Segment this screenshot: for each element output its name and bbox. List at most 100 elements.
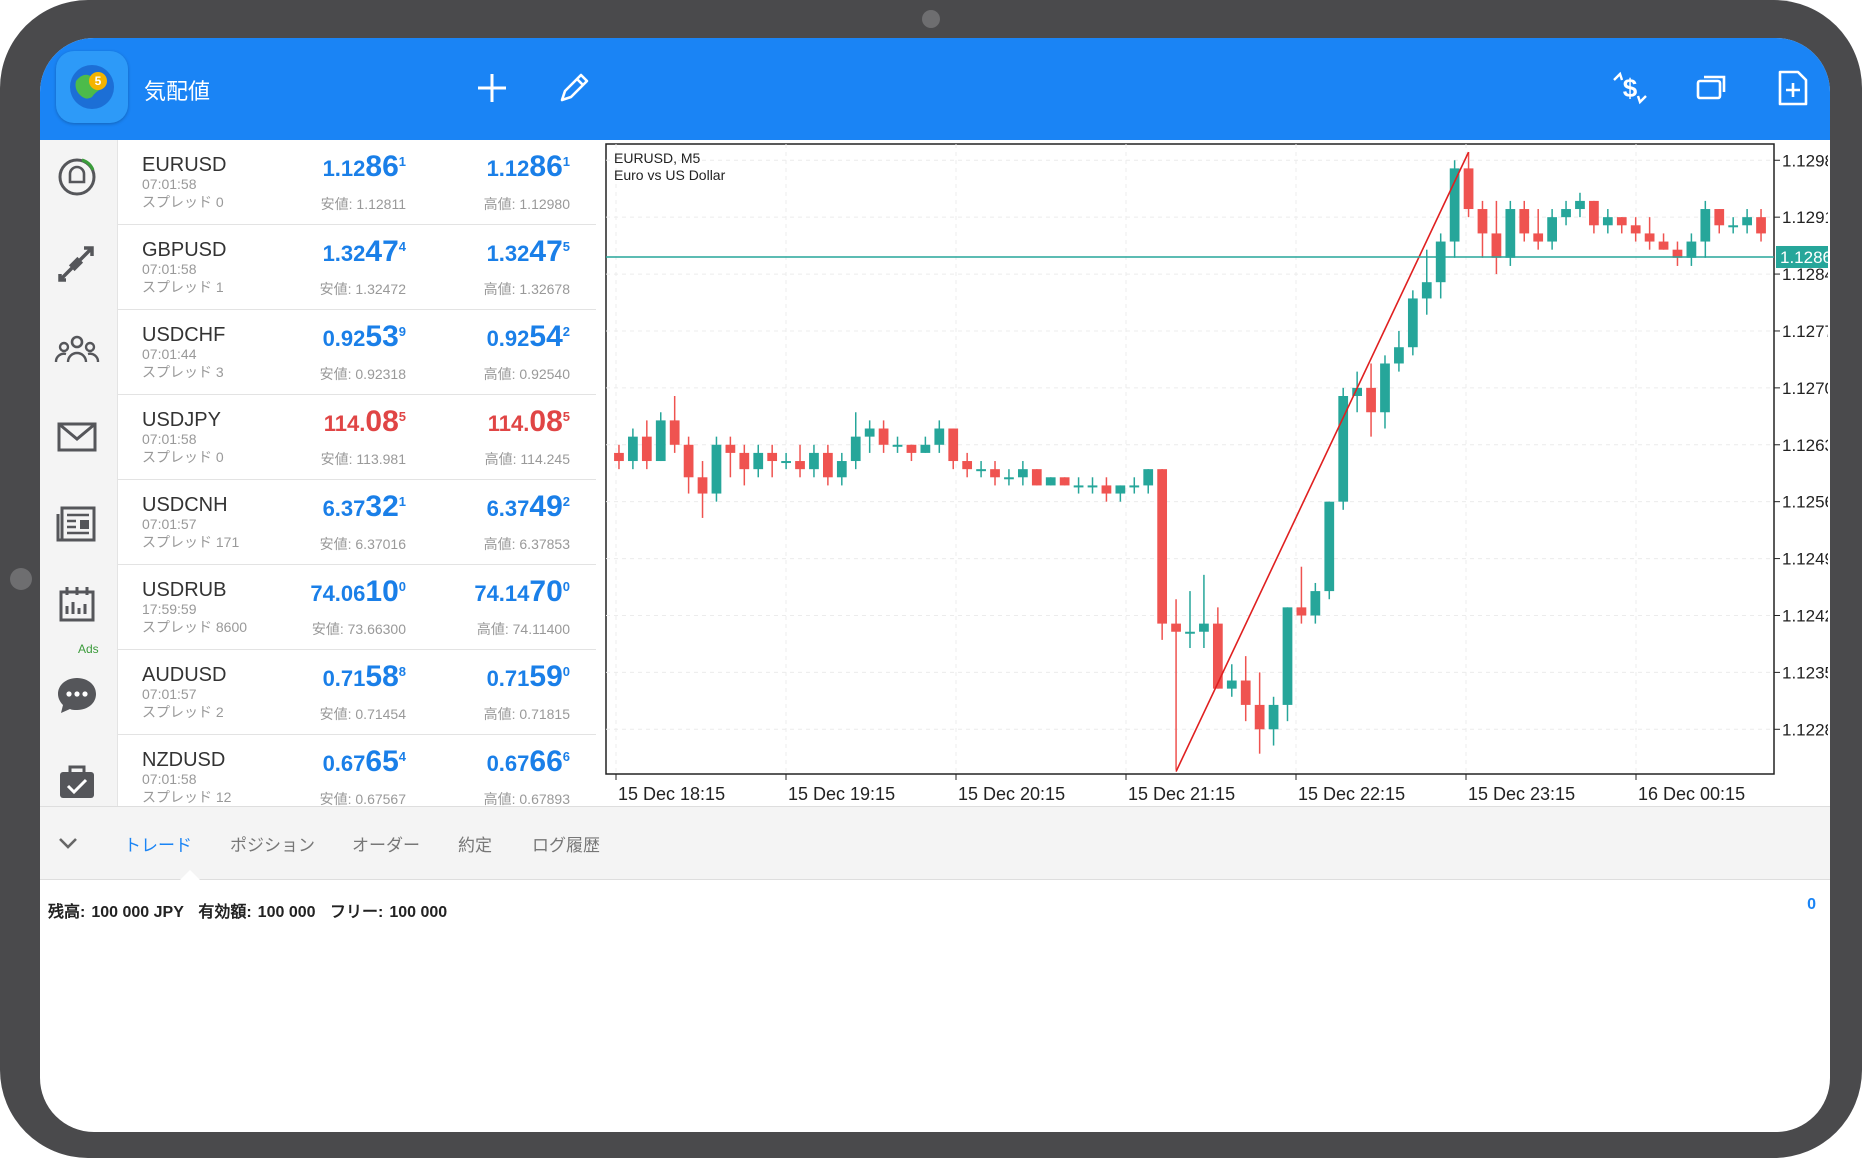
quote-spread: スプレッド 8600 xyxy=(142,619,248,635)
bull-candle xyxy=(1435,241,1446,283)
ask-price[interactable]: 1.32475 xyxy=(487,235,570,269)
x-tick-label: 15 Dec 21:15 xyxy=(1128,784,1235,804)
bid-price-pips: 86 xyxy=(365,150,399,183)
quote-symbol: USDJPY xyxy=(142,409,221,431)
bid-price[interactable]: 1.32474 xyxy=(323,235,406,269)
chat-icon[interactable] xyxy=(52,670,102,720)
bull-candle xyxy=(1407,298,1418,348)
free-margin-label: フリー: xyxy=(329,904,384,921)
ask-price[interactable]: 0.67666 xyxy=(487,745,570,779)
community-icon[interactable] xyxy=(52,324,102,374)
quote-low: 安値: 0.71454 xyxy=(319,706,406,722)
ask-price[interactable]: 114.085 xyxy=(488,405,570,439)
bid-price[interactable]: 114.085 xyxy=(324,405,406,439)
bid-price-fraction: 4 xyxy=(398,238,406,254)
quote-low: 安値: 113.981 xyxy=(320,451,406,467)
trade-dollar-icon[interactable]: $ xyxy=(1608,66,1652,110)
quote-low: 安値: 1.32472 xyxy=(319,281,406,297)
quote-symbol: AUDUSD xyxy=(142,664,227,686)
bull-candle xyxy=(850,436,861,462)
chevron-down-icon[interactable] xyxy=(54,829,82,857)
quote-high: 高値: 114.245 xyxy=(484,451,570,467)
bid-price-pips: 47 xyxy=(365,235,399,268)
quote-high: 高値: 1.12980 xyxy=(483,196,570,212)
bear-candle xyxy=(669,420,680,445)
bid-price-fraction: 4 xyxy=(398,748,406,764)
quote-row-usdjpy[interactable]: USDJPY 07:01:58 スプレッド 0 114.085 114.085 安値: 1… xyxy=(118,395,596,480)
x-tick-label: 15 Dec 20:15 xyxy=(958,784,1065,804)
tab-orders[interactable]: オーダー xyxy=(352,831,420,856)
bear-candle xyxy=(1463,168,1474,210)
ask-price-pips: 47 xyxy=(529,235,563,268)
bid-price-fraction: 1 xyxy=(398,493,406,509)
quote-low: 安値: 73.66300 xyxy=(311,621,406,637)
quote-high: 高値: 0.71815 xyxy=(483,706,570,722)
y-tick-label: 1.12700 xyxy=(1782,379,1828,398)
chart-description: Euro vs US Dollar xyxy=(614,167,726,183)
tab-deals[interactable]: 約定 xyxy=(458,831,492,856)
ask-price-fraction: 1 xyxy=(562,153,570,169)
bull-candle xyxy=(781,461,791,464)
quote-high: 高値: 0.67893 xyxy=(483,791,570,806)
new-order-icon[interactable] xyxy=(1770,66,1814,110)
quote-row-usdrub[interactable]: USDRUB 17:59:59 スプレッド 8600 74.06100 74.14700… xyxy=(118,565,596,650)
bid-price[interactable]: 0.71588 xyxy=(323,660,406,694)
quote-time: 07:01:58 xyxy=(142,176,197,192)
price-chart[interactable]: 1.129801.129101.128401.127701.127001.126… xyxy=(602,142,1828,806)
bull-candle xyxy=(1575,200,1585,210)
chart-icon[interactable] xyxy=(52,238,102,288)
bid-price[interactable]: 6.37321 xyxy=(323,490,406,524)
bear-candle xyxy=(823,452,833,478)
mail-icon[interactable] xyxy=(52,412,102,462)
quote-row-gbpusd[interactable]: GBPUSD 07:01:58 スプレッド 1 1.32474 1.32475 安値: 1… xyxy=(118,225,596,310)
calendar-icon[interactable] xyxy=(52,580,102,630)
bid-price[interactable]: 0.67654 xyxy=(323,745,406,779)
y-tick-label: 1.12560 xyxy=(1782,493,1828,512)
quotes-icon[interactable] xyxy=(52,152,102,202)
quote-row-eurusd[interactable]: EURUSD 07:01:58 スプレッド 0 1.12861 1.12861 安値: 1… xyxy=(118,140,596,225)
add-symbol-icon[interactable] xyxy=(470,66,514,110)
edit-pencil-icon[interactable] xyxy=(552,66,596,110)
toolbox-tabs: トレード ポジション オーダー 約定 ログ履歴 xyxy=(40,806,1830,880)
balance-value: 100 000 JPY xyxy=(91,904,184,921)
ask-price[interactable]: 1.12861 xyxy=(487,150,570,184)
trading-bag-icon[interactable] xyxy=(52,756,102,806)
bid-price-fraction: 1 xyxy=(398,153,406,169)
ask-price[interactable]: 0.92542 xyxy=(487,320,570,354)
quote-high: 高値: 1.32678 xyxy=(483,281,570,297)
quote-row-audusd[interactable]: AUDUSD 07:01:57 スプレッド 2 0.71588 0.71590 安値: 0… xyxy=(118,650,596,735)
x-tick-label: 15 Dec 23:15 xyxy=(1468,784,1575,804)
candlestick-chart[interactable]: 1.129801.129101.128401.127701.127001.126… xyxy=(602,142,1828,806)
quote-row-usdcnh[interactable]: USDCNH 07:01:57 スプレッド 171 6.37321 6.37492 安値:… xyxy=(118,480,596,565)
bull-candle xyxy=(1742,217,1752,226)
quote-low: 安値: 0.67567 xyxy=(319,791,406,806)
tab-log-history[interactable]: ログ履歴 xyxy=(532,831,600,856)
y-tick-label: 1.12910 xyxy=(1782,208,1828,227)
windows-icon[interactable] xyxy=(1690,66,1734,110)
news-icon[interactable] xyxy=(52,498,102,548)
tab-trade[interactable]: トレード xyxy=(124,831,192,856)
bid-price[interactable]: 0.92539 xyxy=(323,320,406,354)
x-tick-label: 15 Dec 19:15 xyxy=(788,784,895,804)
camera xyxy=(922,10,940,28)
quote-time: 07:01:57 xyxy=(142,686,197,702)
navigation-sidebar: Ads xyxy=(40,140,118,806)
bear-candle xyxy=(1157,469,1168,624)
bid-price[interactable]: 74.06100 xyxy=(310,575,406,609)
quote-spread: スプレッド 0 xyxy=(142,449,224,465)
tab-positions[interactable]: ポジション xyxy=(230,831,315,856)
ask-price[interactable]: 74.14700 xyxy=(474,575,570,609)
quote-symbol: GBPUSD xyxy=(142,239,227,261)
bull-candle xyxy=(1561,209,1571,218)
quote-row-usdchf[interactable]: USDCHF 07:01:44 スプレッド 3 0.92539 0.92542 安値: 0… xyxy=(118,310,596,395)
bid-price[interactable]: 1.12861 xyxy=(323,150,406,184)
y-tick-label: 1.12280 xyxy=(1782,720,1828,739)
quote-row-nzdusd[interactable]: NZDUSD 07:01:58 スプレッド 12 0.67654 0.67666 安値: … xyxy=(118,735,596,806)
ask-price[interactable]: 0.71590 xyxy=(487,660,570,694)
bear-candle xyxy=(1589,200,1599,226)
bull-candle xyxy=(1185,631,1195,634)
active-tab-indicator xyxy=(180,870,200,880)
mt5-logo-icon[interactable]: 5 xyxy=(56,51,128,123)
ask-price-fraction: 5 xyxy=(562,238,570,254)
ask-price[interactable]: 6.37492 xyxy=(487,490,570,524)
